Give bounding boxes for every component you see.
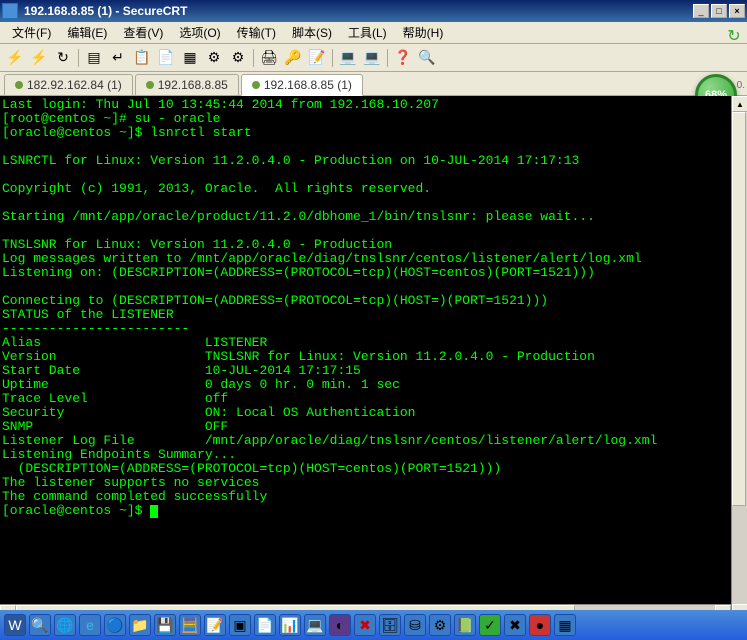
- maximize-button[interactable]: □: [711, 4, 727, 18]
- session2-icon[interactable]: 💻: [361, 47, 383, 69]
- separator: [332, 49, 333, 67]
- status-dot-icon: [15, 81, 23, 89]
- menu-options[interactable]: 选项(O): [171, 22, 228, 43]
- session-icon[interactable]: 💻: [337, 47, 359, 69]
- side-indicator: 0.: [737, 80, 745, 91]
- task-disk-icon[interactable]: 💾: [154, 614, 176, 636]
- menubar: 文件(F) 编辑(E) 查看(V) 选项(O) 传输(T) 脚本(S) 工具(L…: [0, 22, 747, 44]
- status-dot-icon: [146, 81, 154, 89]
- menu-script[interactable]: 脚本(S): [284, 22, 340, 43]
- print-icon[interactable]: 🖨: [258, 47, 280, 69]
- task-x2-icon[interactable]: ✖: [504, 614, 526, 636]
- grid-icon[interactable]: ▦: [179, 47, 201, 69]
- tab-label: 182.92.162.84 (1): [27, 78, 122, 92]
- task-gear-icon[interactable]: ⚙: [429, 614, 451, 636]
- task-ie-icon[interactable]: e: [79, 614, 101, 636]
- separator: [253, 49, 254, 67]
- tab-0[interactable]: 182.92.162.84 (1): [4, 74, 133, 95]
- menu-transfer[interactable]: 传输(T): [229, 22, 284, 43]
- task-db-icon[interactable]: 🗄: [379, 614, 401, 636]
- task-green-icon[interactable]: ✓: [479, 614, 501, 636]
- tab-label: 192.168.8.85 (1): [264, 78, 352, 92]
- tab-2[interactable]: 192.168.8.85 (1): [241, 74, 363, 96]
- session-tabs: 182.92.162.84 (1) 192.168.8.85 192.168.8…: [0, 72, 747, 96]
- connect-icon[interactable]: ⚡: [4, 47, 26, 69]
- vertical-scrollbar[interactable]: ▲ ▼: [731, 96, 747, 620]
- side-top-label: 0.: [737, 80, 745, 91]
- task-app2-icon[interactable]: 📊: [279, 614, 301, 636]
- quick-connect-icon[interactable]: ⚡: [28, 47, 50, 69]
- close-button[interactable]: ×: [729, 4, 745, 18]
- help-icon[interactable]: ❓: [392, 47, 414, 69]
- menu-file[interactable]: 文件(F): [4, 22, 59, 43]
- new-session-icon[interactable]: ▤: [83, 47, 105, 69]
- menu-edit[interactable]: 编辑(E): [59, 22, 115, 43]
- note-icon[interactable]: 📝: [306, 47, 328, 69]
- task-misc-icon[interactable]: ▦: [554, 614, 576, 636]
- task-term-icon[interactable]: ▣: [229, 614, 251, 636]
- key-icon[interactable]: 🔑: [282, 47, 304, 69]
- task-x-icon[interactable]: ✖: [354, 614, 376, 636]
- menu-help[interactable]: 帮助(H): [395, 22, 452, 43]
- task-crt-icon[interactable]: 💻: [304, 614, 326, 636]
- task-sql-icon[interactable]: ⛁: [404, 614, 426, 636]
- enter-icon[interactable]: ↵: [107, 47, 129, 69]
- status-dot-icon: [252, 81, 260, 89]
- scroll-track[interactable]: [732, 112, 747, 604]
- app-icon: [2, 3, 18, 19]
- menu-view[interactable]: 查看(V): [115, 22, 171, 43]
- separator: [78, 49, 79, 67]
- terminal-container: Last login: Thu Jul 10 13:45:44 2014 fro…: [0, 96, 747, 620]
- reconnect-icon[interactable]: ↻: [52, 47, 74, 69]
- scroll-up-icon[interactable]: ▲: [732, 96, 747, 112]
- task-dict-icon[interactable]: 📗: [454, 614, 476, 636]
- props2-icon[interactable]: ⚙: [227, 47, 249, 69]
- task-note-icon[interactable]: 📝: [204, 614, 226, 636]
- terminal-text: Last login: Thu Jul 10 13:45:44 2014 fro…: [2, 97, 657, 518]
- find-icon[interactable]: 🔍: [416, 47, 438, 69]
- task-magnify-icon[interactable]: 🔍: [29, 614, 51, 636]
- window-titlebar: 192.168.8.85 (1) - SecureCRT _ □ ×: [0, 0, 747, 22]
- window-title: 192.168.8.85 (1) - SecureCRT: [24, 4, 693, 18]
- toolbar: ⚡ ⚡ ↻ ▤ ↵ 📋 📄 ▦ ⚙ ⚙ 🖨 🔑 📝 💻 💻 ❓ 🔍: [0, 44, 747, 72]
- terminal-cursor: [150, 505, 158, 518]
- terminal-output[interactable]: Last login: Thu Jul 10 13:45:44 2014 fro…: [0, 96, 731, 604]
- paste-icon[interactable]: 📄: [155, 47, 177, 69]
- task-app1-icon[interactable]: 📄: [254, 614, 276, 636]
- task-chrome-icon[interactable]: 🔵: [104, 614, 126, 636]
- props-icon[interactable]: ⚙: [203, 47, 225, 69]
- task-eclipse-icon[interactable]: ◐: [329, 614, 351, 636]
- menu-tools[interactable]: 工具(L): [340, 22, 395, 43]
- minimize-button[interactable]: _: [693, 4, 709, 18]
- task-folder-icon[interactable]: 📁: [129, 614, 151, 636]
- separator: [387, 49, 388, 67]
- tab-label: 192.168.8.85: [158, 78, 228, 92]
- windows-taskbar: W 🔍 🌐 e 🔵 📁 💾 🧮 📝 ▣ 📄 📊 💻 ◐ ✖ 🗄 ⛁ ⚙ 📗 ✓ …: [0, 610, 747, 640]
- task-calc-icon[interactable]: 🧮: [179, 614, 201, 636]
- tab-1[interactable]: 192.168.8.85: [135, 74, 239, 95]
- copy-icon[interactable]: 📋: [131, 47, 153, 69]
- refresh-icon[interactable]: ↻: [721, 22, 747, 50]
- task-red-icon[interactable]: ●: [529, 614, 551, 636]
- task-browser-icon[interactable]: 🌐: [54, 614, 76, 636]
- scroll-thumb[interactable]: [732, 112, 746, 506]
- task-word-icon[interactable]: W: [4, 614, 26, 636]
